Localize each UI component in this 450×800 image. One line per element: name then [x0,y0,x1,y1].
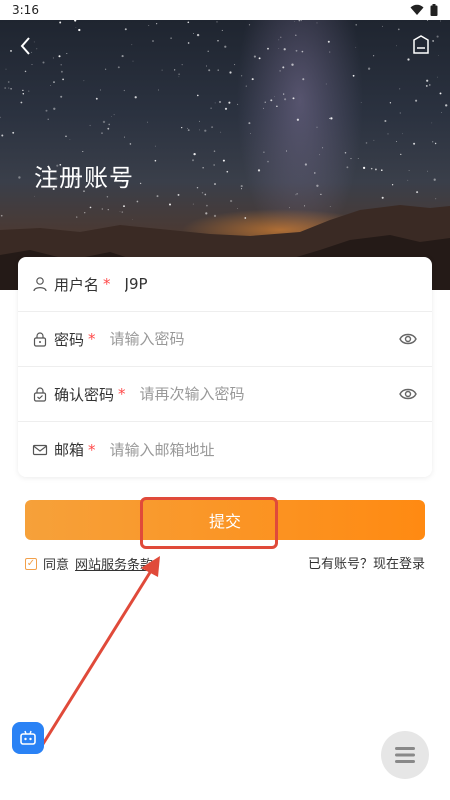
robot-icon [20,730,36,745]
menu-icon [395,747,415,763]
wifi-icon [410,4,424,15]
robot-button[interactable] [12,722,44,754]
battery-icon [430,4,438,16]
menu-button[interactable] [381,731,429,779]
annotation-arrow [36,556,160,753]
status-bar: 3:16 [0,0,450,20]
status-time: 3:16 [12,3,39,17]
